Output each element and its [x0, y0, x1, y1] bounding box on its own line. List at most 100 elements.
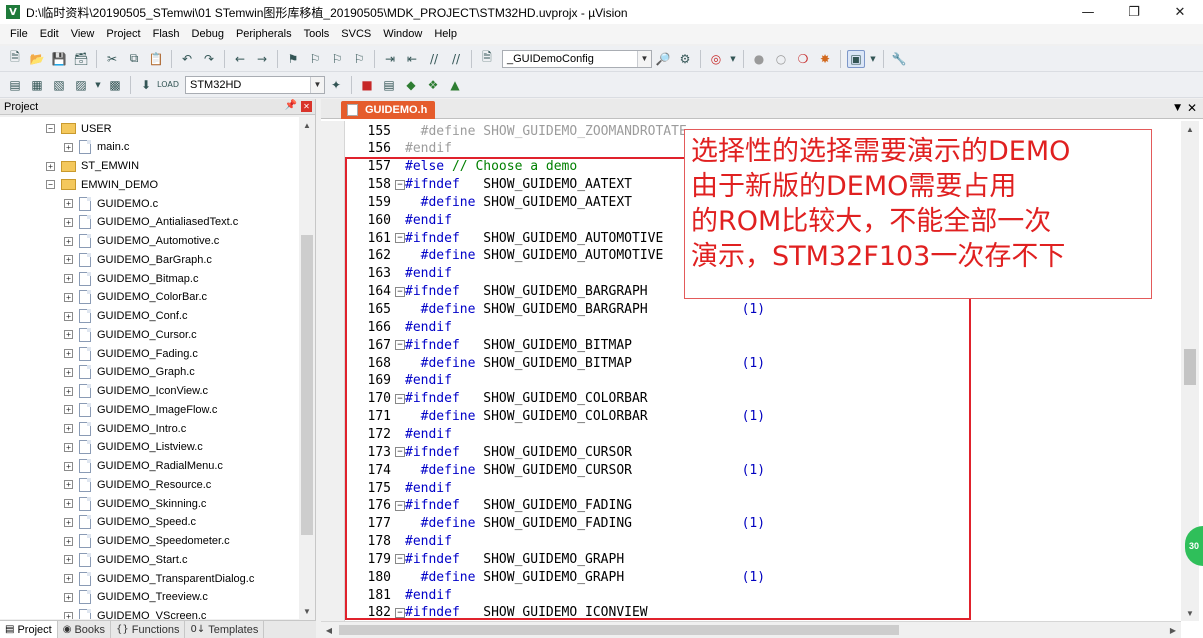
scrollbar-thumb[interactable]: [339, 625, 899, 635]
code-line[interactable]: 180 #define SHOW_GUIDEMO_GRAPH (1): [345, 568, 766, 586]
run-time-env-icon[interactable]: ▲: [446, 76, 464, 94]
tree-file[interactable]: + GUIDEMO_Speedometer.c: [0, 532, 230, 551]
menu-peripherals[interactable]: Peripherals: [230, 24, 298, 44]
tab-functions[interactable]: {} Functions: [111, 621, 186, 638]
code-line[interactable]: 166 #endif: [345, 318, 452, 336]
load-icon[interactable]: LOAD: [157, 76, 179, 94]
chevron-down-icon[interactable]: ▼: [729, 50, 737, 68]
code-line[interactable]: 167− #ifndef SHOW_GUIDEMO_BITMAP: [345, 336, 632, 354]
code-line[interactable]: 176− #ifndef SHOW_GUIDEMO_FADING: [345, 497, 632, 515]
code-line[interactable]: 162 #define SHOW_GUIDEMO_AUTOMOTIVE: [345, 247, 664, 265]
fold-collapse-icon[interactable]: −: [395, 286, 405, 297]
expand-icon[interactable]: +: [64, 199, 73, 208]
expand-icon[interactable]: +: [64, 292, 73, 302]
chevron-down-icon[interactable]: ▼: [94, 76, 102, 94]
fold-collapse-icon[interactable]: −: [395, 447, 405, 458]
expand-icon[interactable]: +: [64, 424, 73, 433]
scrollbar-thumb[interactable]: [1184, 349, 1196, 385]
expand-icon[interactable]: +: [64, 574, 73, 583]
tab-project[interactable]: ▤ Project: [0, 621, 58, 638]
tree-file[interactable]: + GUIDEMO_Speed.c: [0, 513, 196, 532]
code-line[interactable]: 174 #define SHOW_GUIDEMO_CURSOR (1): [345, 461, 766, 479]
incremental-find-icon[interactable]: ⚙: [676, 50, 694, 68]
expand-icon[interactable]: +: [46, 161, 55, 171]
scrollbar-thumb[interactable]: [301, 235, 313, 535]
code-line[interactable]: 156 #endif: [345, 140, 452, 158]
tree-file[interactable]: + GUIDEMO_IconView.c: [0, 382, 208, 401]
window-layout-icon[interactable]: ▣: [847, 49, 865, 68]
expand-icon[interactable]: +: [64, 236, 73, 246]
kill-breakpoints-icon[interactable]: ✸: [816, 50, 834, 68]
tree-file[interactable]: + GUIDEMO_Treeview.c: [0, 588, 208, 607]
tree-file[interactable]: + GUIDEMO_Listview.c: [0, 438, 203, 457]
expand-icon[interactable]: +: [64, 536, 73, 546]
code-line[interactable]: 175 #endif: [345, 479, 452, 497]
code-line[interactable]: 165 #define SHOW_GUIDEMO_BARGRAPH (1): [345, 301, 766, 319]
tree-file[interactable]: + GUIDEMO_Graph.c: [0, 363, 195, 382]
code-line[interactable]: 161− #ifndef SHOW_GUIDEMO_AUTOMOTIVE: [345, 229, 664, 247]
tab-books[interactable]: ◉ Books: [58, 621, 112, 638]
tree-file[interactable]: + GUIDEMO_Start.c: [0, 550, 187, 569]
code-line[interactable]: 169 #endif: [345, 372, 452, 390]
tree-file[interactable]: + GUIDEMO_Skinning.c: [0, 494, 206, 513]
uncomment-icon[interactable]: //: [447, 50, 465, 68]
scroll-down-icon[interactable]: ▼: [1181, 605, 1199, 621]
scroll-up-icon[interactable]: ▲: [1181, 121, 1199, 137]
save-all-icon[interactable]: 🗃: [72, 50, 90, 68]
menu-edit[interactable]: Edit: [34, 24, 65, 44]
tree-file[interactable]: + GUIDEMO_RadialMenu.c: [0, 457, 223, 476]
code-line[interactable]: 181 #endif: [345, 586, 452, 604]
build-icon[interactable]: ▦: [28, 76, 46, 94]
fold-collapse-icon[interactable]: −: [395, 500, 405, 511]
comment-icon[interactable]: //: [425, 50, 443, 68]
expand-icon[interactable]: +: [64, 330, 73, 340]
new-file-icon[interactable]: 🗎: [6, 50, 24, 68]
bookmark-icon[interactable]: ⚑: [284, 50, 302, 68]
expand-icon[interactable]: +: [64, 555, 73, 565]
next-bookmark-icon[interactable]: ⚐: [328, 50, 346, 68]
code-line[interactable]: 178 #endif: [345, 533, 452, 551]
tree-file[interactable]: + GUIDEMO_Bitmap.c: [0, 269, 198, 288]
expand-icon[interactable]: +: [64, 592, 73, 602]
prev-bookmark-icon[interactable]: ⚐: [306, 50, 324, 68]
expand-icon[interactable]: +: [64, 311, 73, 321]
nav-forward-icon[interactable]: →: [253, 50, 271, 68]
disable-breakpoints-icon[interactable]: ❍: [794, 50, 812, 68]
editor-tab-guidemo-h[interactable]: GUIDEMO.h: [341, 101, 435, 119]
save-icon[interactable]: 💾: [50, 50, 68, 68]
expand-icon[interactable]: +: [64, 142, 73, 152]
expand-icon[interactable]: +: [64, 611, 73, 619]
menu-debug[interactable]: Debug: [186, 24, 230, 44]
tree-file[interactable]: + GUIDEMO_VScreen.c: [0, 607, 206, 619]
cut-icon[interactable]: ✂: [103, 50, 121, 68]
tree-file[interactable]: + GUIDEMO_Conf.c: [0, 307, 187, 326]
scroll-down-icon[interactable]: ▼: [299, 603, 315, 619]
tree-file[interactable]: + GUIDEMO_Fading.c: [0, 344, 198, 363]
tree-file[interactable]: + GUIDEMO_Resource.c: [0, 475, 211, 494]
code-line[interactable]: 179− #ifndef SHOW_GUIDEMO_GRAPH: [345, 550, 625, 568]
indent-icon[interactable]: ⇥: [381, 50, 399, 68]
expand-icon[interactable]: +: [64, 217, 73, 227]
code-line[interactable]: 177 #define SHOW_GUIDEMO_FADING (1): [345, 515, 766, 533]
code-line[interactable]: 155 #define SHOW_GUIDEMO_ZOOMANDROTATE: [345, 122, 687, 140]
expand-icon[interactable]: +: [64, 480, 73, 490]
code-line[interactable]: 173− #ifndef SHOW_GUIDEMO_CURSOR: [345, 443, 632, 461]
expand-icon[interactable]: +: [64, 405, 73, 415]
menu-project[interactable]: Project: [100, 24, 146, 44]
pin-icon[interactable]: 📌: [285, 100, 297, 111]
tree-file[interactable]: + GUIDEMO_AntialiasedText.c: [0, 213, 238, 232]
redo-icon[interactable]: ↷: [200, 50, 218, 68]
expand-icon[interactable]: +: [64, 499, 73, 508]
expand-icon[interactable]: +: [64, 517, 73, 527]
configure-icon[interactable]: 🔧: [890, 50, 908, 68]
close-icon[interactable]: ✕: [1187, 101, 1197, 115]
code-line[interactable]: 159 #define SHOW_GUIDEMO_AATEXT: [345, 193, 632, 211]
tree-file[interactable]: + main.c: [0, 138, 129, 157]
tree-folder[interactable]: + ST_EMWIN: [0, 157, 139, 176]
rebuild-icon[interactable]: ▧: [50, 76, 68, 94]
unindent-icon[interactable]: ⇤: [403, 50, 421, 68]
code-line[interactable]: 170− #ifndef SHOW_GUIDEMO_COLORBAR: [345, 390, 648, 408]
breakpoint-icon[interactable]: ●: [750, 50, 768, 68]
fold-collapse-icon[interactable]: −: [395, 179, 405, 190]
expand-icon[interactable]: +: [64, 274, 73, 283]
